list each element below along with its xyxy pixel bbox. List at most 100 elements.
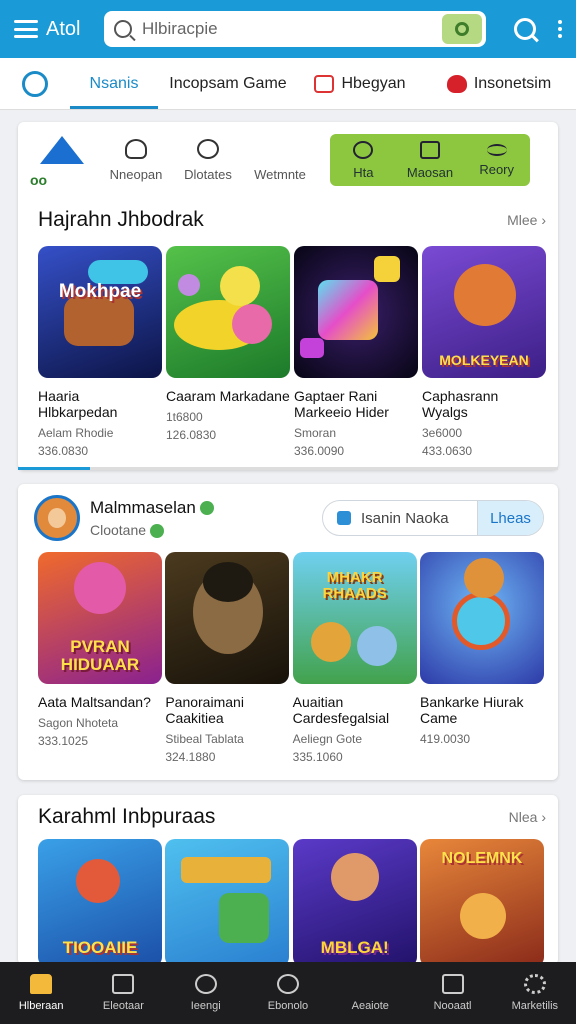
section-title: Hajrahn Jhbodrak (38, 208, 204, 231)
app-icon[interactable]: TIOOAIIE (38, 839, 162, 967)
app-stat: 433.0630 (422, 444, 473, 459)
section-header: Karahml Inbpuraas Nlea › (18, 795, 558, 839)
app-name: Auaitian Cardesfegalsial (292, 694, 390, 727)
app-name: Aata Maltsandan? (38, 694, 151, 710)
quick-action[interactable]: Nneopan (100, 138, 172, 182)
square-icon (441, 974, 464, 994)
more-link[interactable]: Nlea › (509, 809, 546, 825)
nav-label: Eleotaar (102, 1000, 144, 1012)
tab-hbegyan[interactable]: Hbegyan (298, 58, 422, 109)
store-logo[interactable]: oo (30, 132, 90, 188)
recommended-card: Karahml Inbpuraas Nlea › TIOOAIIE MBLGA!… (18, 795, 558, 967)
app-icon-art-text: MHAKR RHAADS (322, 569, 387, 602)
nav-label: Ieengi (190, 1000, 221, 1012)
camera-icon[interactable] (442, 14, 482, 44)
more-link[interactable]: Mlee › (507, 212, 546, 228)
app-icon[interactable]: NOLEMNK (419, 839, 544, 967)
tab-home[interactable] (0, 58, 70, 109)
bottom-navigation: Hlberaan Eleotaar Ieengi Ebonolo Aeaiote… (0, 962, 576, 1024)
follow-label: Isanin Naoka (361, 509, 449, 527)
quick-action[interactable]: Dlotates (172, 138, 244, 182)
developer-card: Malmmaselan Clootane Isanin Naoka Lheas … (18, 484, 558, 780)
app-icon[interactable] (419, 552, 544, 684)
nav-item-search[interactable]: Ebonolo (247, 962, 329, 1024)
developer-row: Malmmaselan Clootane Isanin Naoka Lheas (18, 484, 558, 552)
app-card[interactable]: Mokhpae Haaria Hlbkarpedan Aelam Rhodie … (38, 246, 162, 458)
nav-item-square[interactable]: Nooaatl (411, 962, 493, 1024)
nav-item-chat[interactable]: Ieengi (165, 962, 247, 1024)
nav-item-quote[interactable]: Aeaiote (329, 962, 411, 1024)
app-card[interactable]: MOLKEYEAN Caphasrann Wyalgs 3e6000 433.0… (422, 246, 546, 458)
blank-icon (269, 139, 291, 159)
developer-name: Malmmaselan (90, 498, 214, 518)
app-developer: Stibeal Tablata (165, 732, 244, 747)
more-options-icon[interactable] (558, 20, 562, 38)
app-name: Haaria Hlbkarpedan (38, 388, 118, 421)
app-card[interactable]: NOLEMNK (419, 839, 544, 967)
green-action[interactable]: Hta (330, 134, 397, 186)
clock-icon (353, 140, 374, 159)
app-icon[interactable] (294, 246, 418, 378)
nav-item-home[interactable]: Hlberaan (0, 962, 82, 1024)
app-card[interactable]: PVRAN HIDUAAR Aata Maltsandan? Sagon Nho… (38, 552, 162, 764)
avatar[interactable] (34, 495, 80, 541)
app-stat: 419.0030 (419, 732, 471, 747)
app-developer: 3e6000 (422, 426, 463, 441)
app-card[interactable]: Bankarke Hiurak Came 419.0030 (419, 552, 544, 764)
follow-field[interactable]: Isanin Naoka (323, 501, 477, 535)
nav-item-settings[interactable]: Marketilis (494, 962, 576, 1024)
follow-button[interactable]: Lheas (477, 501, 543, 535)
quick-action-label: Wetmnte (254, 166, 306, 182)
green-action-label: Reory (479, 161, 515, 177)
app-name: Bankarke Hiurak Came (419, 694, 524, 727)
green-actions: Hta Maosan Reory (330, 134, 530, 186)
app-name: Panoraimani Caakitiea (165, 694, 244, 727)
green-action[interactable]: Reory (463, 134, 530, 186)
app-card[interactable]: Caaram Markadane 1t6800 126.0830 (166, 246, 290, 458)
search-icon (276, 974, 299, 994)
home-icon (30, 974, 53, 994)
verified-icon (150, 524, 165, 539)
app-row: Mokhpae Haaria Hlbkarpedan Aelam Rhodie … (18, 246, 558, 458)
app-icon[interactable]: MOLKEYEAN (422, 246, 546, 378)
category-tabs: Nsanis Incopsam Game Hbegyan Insonetsim (0, 58, 576, 110)
quick-action-label: Dlotates (184, 166, 232, 182)
bell-icon (125, 138, 147, 159)
nav-label: Nooaatl (433, 1000, 472, 1012)
search-bar[interactable] (104, 11, 486, 47)
search-input[interactable] (142, 19, 442, 39)
quick-action[interactable]: Wetmnte (244, 139, 316, 182)
app-stat: 335.1060 (292, 750, 343, 765)
app-card[interactable] (165, 839, 290, 967)
app-icon[interactable]: PVRAN HIDUAAR (38, 552, 162, 684)
app-card[interactable]: MHAKR RHAADS Auaitian Cardesfegalsial Ae… (292, 552, 417, 765)
tab-incopsam-game[interactable]: Incopsam Game (158, 58, 298, 109)
app-card[interactable]: Panoraimani Caakitiea Stibeal Tablata 32… (165, 552, 290, 764)
tab-nsanis[interactable]: Nsanis (70, 58, 158, 109)
app-icon[interactable] (165, 839, 290, 967)
tab-insonetsim[interactable]: Insonetsim (422, 58, 576, 109)
app-icon[interactable]: MHAKR RHAADS (292, 552, 417, 684)
nav-label: Hlberaan (18, 1000, 64, 1012)
nav-item-apps[interactable]: Eleotaar (82, 962, 164, 1024)
app-icon[interactable]: MBLGA! (292, 839, 417, 967)
heart-icon (446, 74, 467, 93)
app-icon[interactable] (165, 552, 290, 684)
app-name: Caaram Markadane (166, 388, 290, 404)
green-action-label: Maosan (406, 164, 454, 180)
green-action[interactable]: Maosan (397, 134, 464, 186)
carousel-progress (18, 467, 558, 470)
app-icon[interactable]: Mokhpae (38, 246, 162, 378)
app-icon-art-text: MBLGA! (320, 938, 389, 958)
app-card[interactable]: MBLGA! (292, 839, 417, 967)
quote-icon (359, 974, 381, 994)
search-icon[interactable] (514, 18, 536, 40)
app-brand: Atol (46, 17, 81, 40)
app-icon[interactable] (166, 246, 290, 378)
app-card[interactable]: TIOOAIIE (38, 839, 162, 967)
nav-label: Marketilis (511, 1000, 559, 1012)
app-stat: 126.0830 (166, 428, 217, 443)
menu-icon[interactable] (14, 20, 38, 38)
section-title: Karahml Inbpuraas (38, 805, 216, 828)
app-card[interactable]: Gaptaer Rani Markeeio Hider Smoran 336.0… (294, 246, 418, 458)
